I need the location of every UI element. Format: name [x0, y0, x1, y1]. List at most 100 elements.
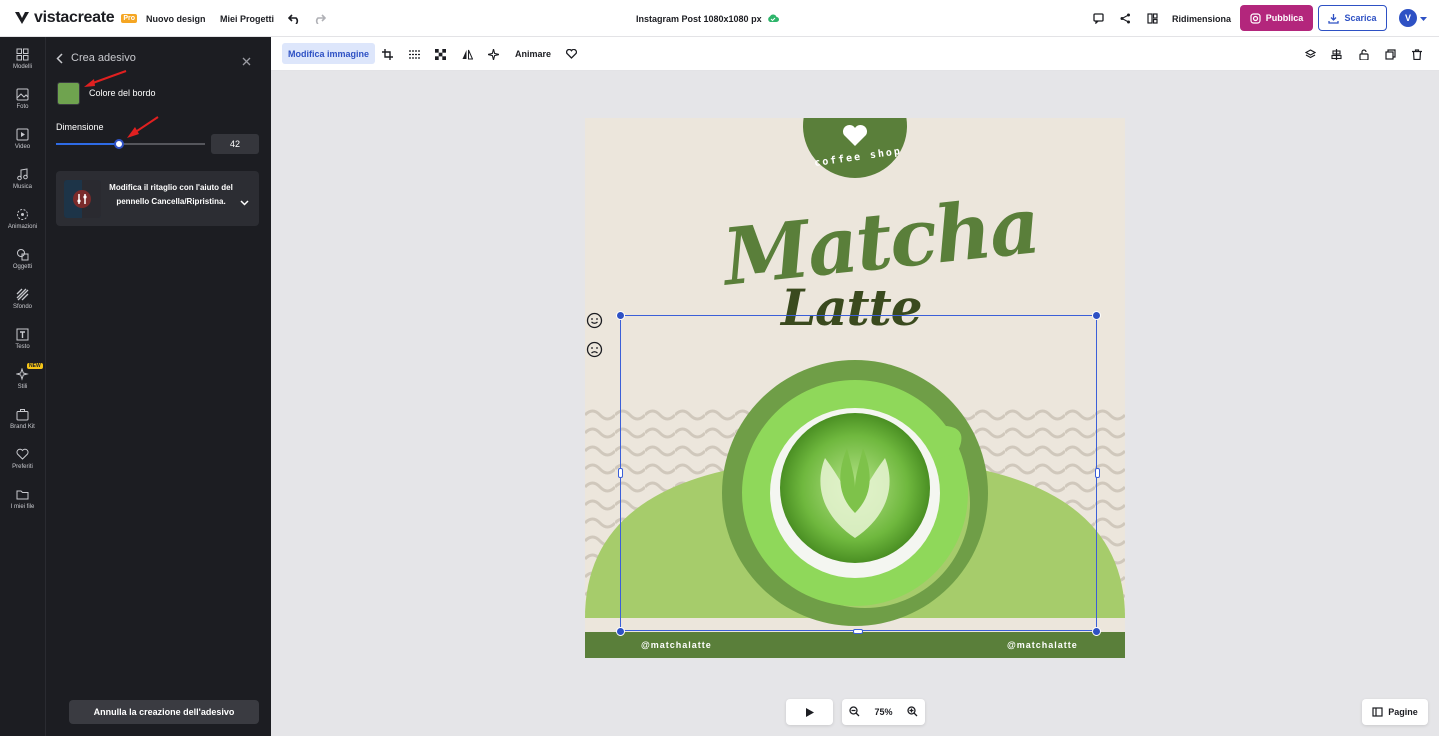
resize-button[interactable]: Ridimensiona — [1172, 0, 1231, 37]
nav-item-modelli[interactable]: Modelli — [0, 48, 45, 70]
duplicate-icon[interactable] — [1385, 37, 1396, 71]
panel-header[interactable]: Crea adesivo — [56, 52, 136, 64]
nav-label: Animazioni — [7, 224, 38, 230]
panel-title: Crea adesivo — [71, 52, 136, 64]
border-color-label: Colore del bordo — [89, 88, 156, 98]
annotation-arrow-icon — [84, 70, 127, 87]
text-icon — [16, 328, 29, 341]
logo-text: vistacreate — [34, 9, 115, 26]
download-icon — [1328, 13, 1340, 24]
logo[interactable]: vistacreate Pro — [14, 9, 137, 27]
resize-handle-left[interactable] — [618, 468, 623, 478]
nav-item-i-miei-file[interactable]: I miei file — [0, 488, 45, 510]
crop-icon[interactable] — [382, 37, 393, 71]
nav-label: Foto — [16, 104, 29, 110]
pages-icon — [1372, 707, 1383, 717]
left-navigation: Modelli Foto Video Musica Animazioni Ogg… — [0, 37, 45, 736]
cancel-sticker-button[interactable]: Annulla la creazione dell'adesivo — [69, 700, 259, 724]
brush-card-text: Modifica il ritaglio con l'aiuto del pen… — [109, 183, 233, 206]
nav-item-preferiti[interactable]: Preferiti — [0, 448, 45, 470]
background-icon — [16, 288, 29, 301]
new-badge: NEW — [27, 363, 43, 369]
zoom-level[interactable]: 75% — [874, 707, 892, 717]
my-projects-button[interactable]: Miei Progetti — [220, 0, 274, 37]
resize-handle-bottom-left[interactable] — [616, 627, 625, 636]
frown-icon[interactable] — [586, 341, 603, 358]
brush-thumbnail — [64, 180, 101, 218]
comment-icon[interactable] — [1092, 0, 1104, 37]
heart-icon — [16, 448, 29, 460]
transparency-icon[interactable] — [435, 37, 446, 71]
nav-label: Modelli — [12, 64, 32, 70]
nav-label: Testo — [15, 344, 30, 350]
resize-handle-right[interactable] — [1095, 468, 1100, 478]
align-icon[interactable] — [1331, 37, 1342, 71]
social-handle-right: @matchalatte — [1007, 640, 1078, 650]
resize-handle-top-left[interactable] — [616, 311, 625, 320]
dimension-value-field[interactable]: 42 — [211, 134, 259, 154]
layers-icon[interactable] — [1305, 37, 1316, 71]
selection-frame[interactable] — [620, 315, 1097, 631]
chevron-down-icon[interactable] — [240, 193, 249, 211]
animate-button[interactable]: Animare — [515, 37, 551, 71]
undo-icon[interactable] — [287, 0, 301, 37]
back-arrow-icon[interactable] — [56, 52, 63, 64]
sticker-panel: Crea adesivo Colore del bordo Dimensione… — [45, 37, 271, 736]
play-button[interactable] — [786, 699, 833, 725]
nav-item-animazioni[interactable]: Animazioni — [0, 208, 45, 230]
play-icon — [805, 707, 814, 717]
resize-handle-bottom-right[interactable] — [1092, 627, 1101, 636]
adjust-icon[interactable] — [409, 37, 420, 71]
account-dropdown-icon[interactable] — [1419, 0, 1427, 37]
zoom-control: 75% — [842, 699, 925, 725]
nav-item-testo[interactable]: Testo — [0, 328, 45, 350]
music-icon — [17, 168, 28, 181]
briefcase-icon — [16, 409, 29, 421]
nav-item-sfondo[interactable]: Sfondo — [0, 288, 45, 310]
border-color-swatch[interactable] — [57, 82, 80, 105]
nav-item-brand-kit[interactable]: Brand Kit — [0, 408, 45, 430]
zoom-out-icon[interactable] — [849, 705, 860, 719]
avatar[interactable]: V — [1399, 9, 1417, 27]
nav-item-musica[interactable]: Musica — [0, 168, 45, 190]
brush-tool-icon — [64, 180, 101, 218]
layout-icon[interactable] — [1146, 0, 1158, 37]
slider-fill — [56, 143, 119, 145]
smile-icon[interactable] — [586, 312, 603, 329]
nav-label: Musica — [12, 184, 32, 190]
top-bar: vistacreate Pro Nuovo design Miei Proget… — [0, 0, 1439, 37]
magic-icon[interactable] — [488, 37, 499, 71]
coffee-shop-text: coffee shop — [813, 145, 903, 170]
animation-icon — [17, 209, 28, 220]
resize-handle-bottom[interactable] — [853, 629, 863, 634]
delete-icon[interactable] — [1412, 37, 1422, 71]
close-icon[interactable] — [242, 53, 251, 71]
resize-handle-top-right[interactable] — [1092, 311, 1101, 320]
instagram-icon — [1250, 12, 1261, 24]
sparkle-icon — [16, 368, 29, 381]
annotation-arrow-icon — [127, 116, 159, 138]
zoom-in-icon[interactable] — [907, 705, 918, 719]
edit-image-button[interactable]: Modifica immagine — [282, 43, 376, 64]
flip-icon[interactable] — [462, 37, 473, 71]
document-title[interactable]: Instagram Post 1080x1080 px — [636, 0, 762, 37]
dimension-slider[interactable] — [56, 139, 205, 149]
nav-item-stili[interactable]: NEW Stili — [0, 363, 45, 390]
image-icon — [16, 88, 29, 101]
nav-item-oggetti[interactable]: Oggetti — [0, 248, 45, 270]
image-toolbar: Modifica immagine Animare — [271, 37, 1439, 71]
download-button[interactable]: Scarica — [1318, 5, 1387, 31]
favorite-heart-icon[interactable] — [566, 37, 577, 71]
share-icon[interactable] — [1119, 0, 1131, 37]
pages-button[interactable]: Pagine — [1362, 699, 1428, 725]
lock-icon[interactable] — [1359, 37, 1369, 71]
download-label: Scarica — [1344, 13, 1377, 23]
redo-icon[interactable] — [312, 0, 326, 37]
slider-thumb[interactable] — [113, 139, 124, 149]
publish-button[interactable]: Pubblica — [1240, 5, 1313, 31]
new-design-button[interactable]: Nuovo design — [146, 0, 206, 37]
nav-item-video[interactable]: Video — [0, 128, 45, 150]
brush-edit-card[interactable]: Modifica il ritaglio con l'aiuto del pen… — [56, 171, 259, 226]
video-icon — [16, 128, 29, 141]
nav-item-foto[interactable]: Foto — [0, 88, 45, 110]
